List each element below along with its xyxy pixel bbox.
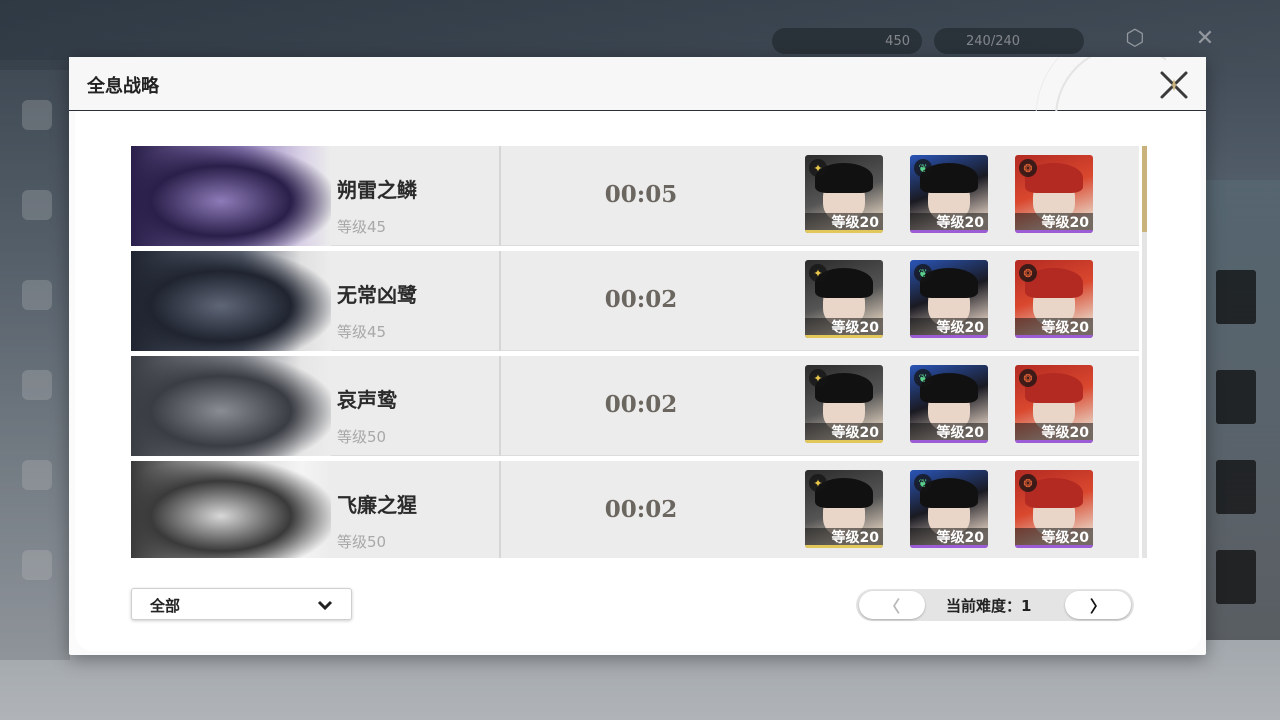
- boss-portrait: [131, 146, 331, 246]
- clear-time: 00:02: [604, 286, 678, 313]
- modal-header: 全息战略: [69, 57, 1206, 111]
- scrollbar-thumb[interactable]: [1142, 146, 1147, 232]
- currency-value: 450: [885, 33, 910, 49]
- spectro-icon: ✦: [809, 264, 827, 282]
- filter-selected: 全部: [150, 597, 181, 615]
- team-character-avatar[interactable]: ❂ 等级20: [1015, 470, 1093, 548]
- difficulty-label: 当前难度：1: [946, 597, 1032, 615]
- next-button[interactable]: 〉: [1065, 591, 1131, 619]
- boss-level: 等级50: [337, 428, 387, 446]
- team-character-avatar[interactable]: ❦ 等级20: [910, 155, 988, 233]
- scrollbar[interactable]: [1142, 146, 1147, 558]
- clear-time: 00:02: [604, 496, 678, 523]
- rarity-bar: [1015, 545, 1093, 548]
- team-character-avatar[interactable]: ✦ 等级20: [805, 365, 883, 443]
- aero-icon: ❦: [914, 474, 932, 492]
- chevron-down-icon: [315, 595, 335, 619]
- rarity-bar: [805, 545, 883, 548]
- difficulty-pager: 〈 当前难度：1 〉: [856, 589, 1134, 621]
- stamina-display: 240/240: [934, 28, 1084, 54]
- currency-display: 450: [772, 28, 922, 54]
- rarity-bar: [805, 440, 883, 443]
- close-x-icon: [1160, 71, 1188, 99]
- rarity-bar: [1015, 440, 1093, 443]
- background-right-panel: [1200, 180, 1280, 640]
- aero-icon: ❦: [914, 264, 932, 282]
- rarity-bar: [1015, 335, 1093, 338]
- row-divider: [499, 461, 501, 558]
- background-side-menu: [0, 60, 70, 660]
- spectro-icon: ✦: [809, 159, 827, 177]
- spectro-icon: ✦: [809, 474, 827, 492]
- settings-icon: ⬡: [1125, 26, 1145, 51]
- boss-portrait: [131, 461, 331, 558]
- boss-row[interactable]: 朔雷之鳞等级45 00:05 ✦ 等级20 ❦ 等级20 ❂ 等级20: [131, 146, 1139, 246]
- rarity-bar: [910, 335, 988, 338]
- boss-row[interactable]: 无常凶鹭等级45 00:02 ✦ 等级20 ❦ 等级20 ❂ 等级20: [131, 251, 1139, 351]
- aero-icon: ❦: [914, 369, 932, 387]
- background-slot: [1216, 370, 1256, 424]
- boss-portrait: [131, 356, 331, 456]
- boss-list: 朔雷之鳞 等级45 00:05 ✦ 等级20 ❦ 等级20 ❂ 等级20 无常凶鹭 等级45 00:0…: [131, 146, 1139, 558]
- background-slot: [1216, 550, 1256, 604]
- boss-row[interactable]: 哀声鸷等级50 00:02 ✦ 等级20 ❦ 等级20 ❂ 等级20: [131, 356, 1139, 456]
- clear-time: 00:02: [604, 391, 678, 418]
- team-character-avatar[interactable]: ✦ 等级20: [805, 260, 883, 338]
- rarity-bar: [805, 230, 883, 233]
- boss-level: 等级45: [337, 323, 387, 341]
- team-character-avatar[interactable]: ❦ 等级20: [910, 470, 988, 548]
- menu-icon: [22, 280, 52, 310]
- boss-name: 哀声鸷: [337, 388, 397, 412]
- boss-level: 等级50: [337, 533, 387, 551]
- aero-icon: ❦: [914, 159, 932, 177]
- rarity-bar: [910, 440, 988, 443]
- menu-icon: [22, 550, 52, 580]
- team-character-avatar[interactable]: ✦ 等级20: [805, 155, 883, 233]
- team-character-avatar[interactable]: ❂ 等级20: [1015, 260, 1093, 338]
- boss-name: 无常凶鹭: [337, 283, 417, 307]
- team-character-avatar[interactable]: ❦ 等级20: [910, 365, 988, 443]
- exit-icon: ✕: [1195, 26, 1215, 51]
- clear-time: 00:05: [604, 181, 678, 208]
- menu-icon: [22, 190, 52, 220]
- rarity-bar: [1015, 230, 1093, 233]
- boss-name: 飞廉之猩: [337, 493, 417, 517]
- fusion-icon: ❂: [1019, 264, 1037, 282]
- row-divider: [499, 251, 501, 351]
- modal-title: 全息战略: [87, 76, 159, 97]
- menu-icon: [22, 460, 52, 490]
- previous-button[interactable]: 〈: [859, 591, 925, 619]
- boss-level: 等级45: [337, 218, 387, 236]
- team-character-avatar[interactable]: ✦ 等级20: [805, 470, 883, 548]
- team-character-avatar[interactable]: ❦ 等级20: [910, 260, 988, 338]
- header-decoration: [926, 57, 1166, 111]
- team-character-avatar[interactable]: ❂ 等级20: [1015, 155, 1093, 233]
- boss-row[interactable]: 飞廉之猩等级50 00:02 ✦ 等级20 ❦ 等级20 ❂ 等级20: [131, 461, 1139, 558]
- rarity-bar: [910, 230, 988, 233]
- menu-icon: [22, 370, 52, 400]
- row-divider: [499, 146, 501, 246]
- spectro-icon: ✦: [809, 369, 827, 387]
- rarity-bar: [910, 545, 988, 548]
- fusion-icon: ❂: [1019, 369, 1037, 387]
- background-slot: [1216, 270, 1256, 324]
- row-divider: [499, 356, 501, 456]
- filter-dropdown[interactable]: 全部: [131, 588, 352, 620]
- stamina-value: 240/240: [966, 33, 1021, 49]
- boss-portrait: [131, 251, 331, 351]
- fusion-icon: ❂: [1019, 159, 1037, 177]
- menu-icon: [22, 100, 52, 130]
- background-slot: [1216, 460, 1256, 514]
- close-button[interactable]: [1156, 67, 1192, 103]
- fusion-icon: ❂: [1019, 474, 1037, 492]
- boss-name: 朔雷之鳞: [337, 178, 417, 202]
- team-character-avatar[interactable]: ❂ 等级20: [1015, 365, 1093, 443]
- rarity-bar: [805, 335, 883, 338]
